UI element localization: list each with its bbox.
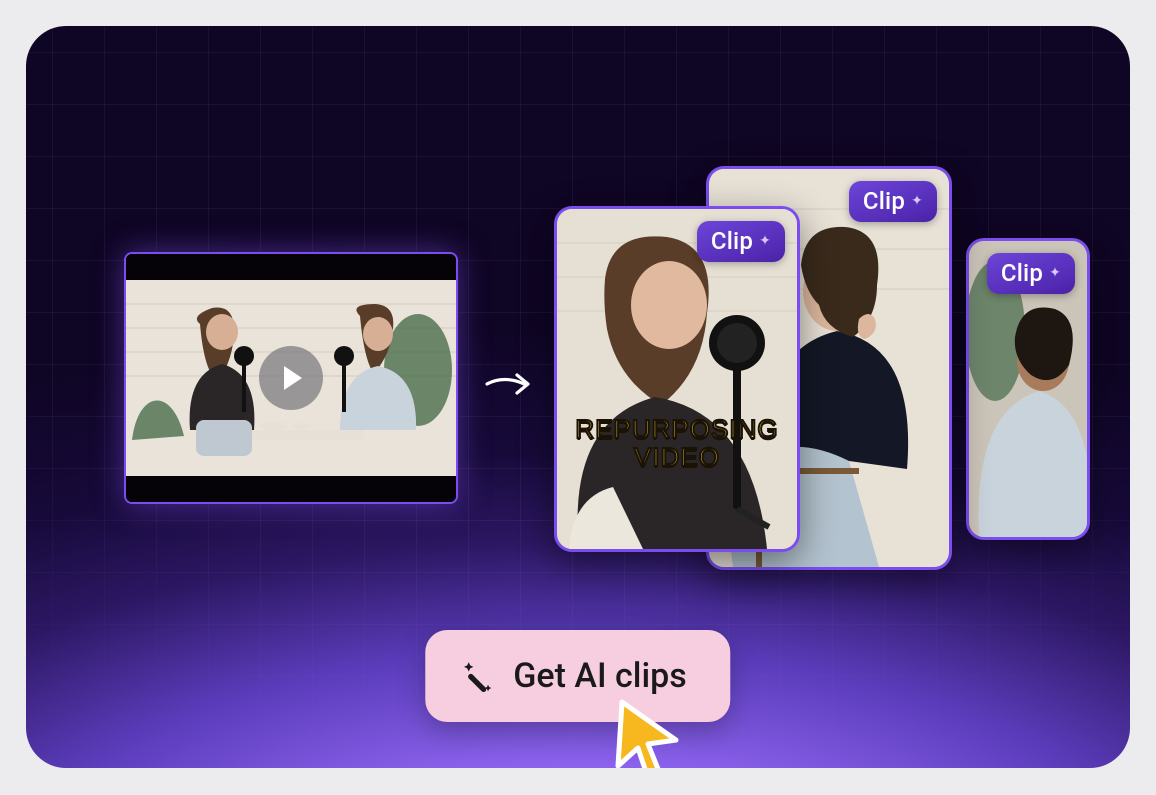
clip-badge-label: Clip	[863, 187, 905, 215]
clip-badge: Clip ✦	[697, 221, 785, 262]
cta-label: Get AI clips	[513, 656, 686, 696]
play-icon	[284, 366, 302, 390]
source-video-thumbnail[interactable]	[124, 252, 458, 504]
clip-badge-label: Clip	[1001, 259, 1043, 287]
clip-caption: REPURPOSING VIDEO	[557, 416, 797, 471]
letterbox-bar	[126, 476, 456, 502]
sparkle-icon: ✦	[1049, 266, 1061, 280]
clip-card[interactable]: Clip ✦ REPURPOSING VIDEO	[554, 206, 800, 552]
clip-badge: Clip ✦	[849, 181, 937, 222]
clip-caption-line: VIDEO	[557, 444, 797, 471]
clip-caption-line: REPURPOSING	[557, 416, 797, 443]
clip-badge-label: Clip	[711, 227, 753, 255]
clip-card[interactable]: Clip ✦	[966, 238, 1090, 540]
clips-group: Clip ✦	[546, 146, 1106, 586]
yellow-cursor-icon	[604, 696, 690, 768]
arrow-right-icon	[484, 366, 532, 402]
magic-wand-sparkle-icon	[461, 659, 495, 693]
hero-panel: Clip ✦	[26, 26, 1130, 768]
sparkle-icon: ✦	[759, 234, 771, 248]
play-button[interactable]	[259, 346, 323, 410]
clip-badge: Clip ✦	[987, 253, 1075, 294]
letterbox-bar	[126, 254, 456, 280]
sparkle-icon: ✦	[911, 194, 923, 208]
